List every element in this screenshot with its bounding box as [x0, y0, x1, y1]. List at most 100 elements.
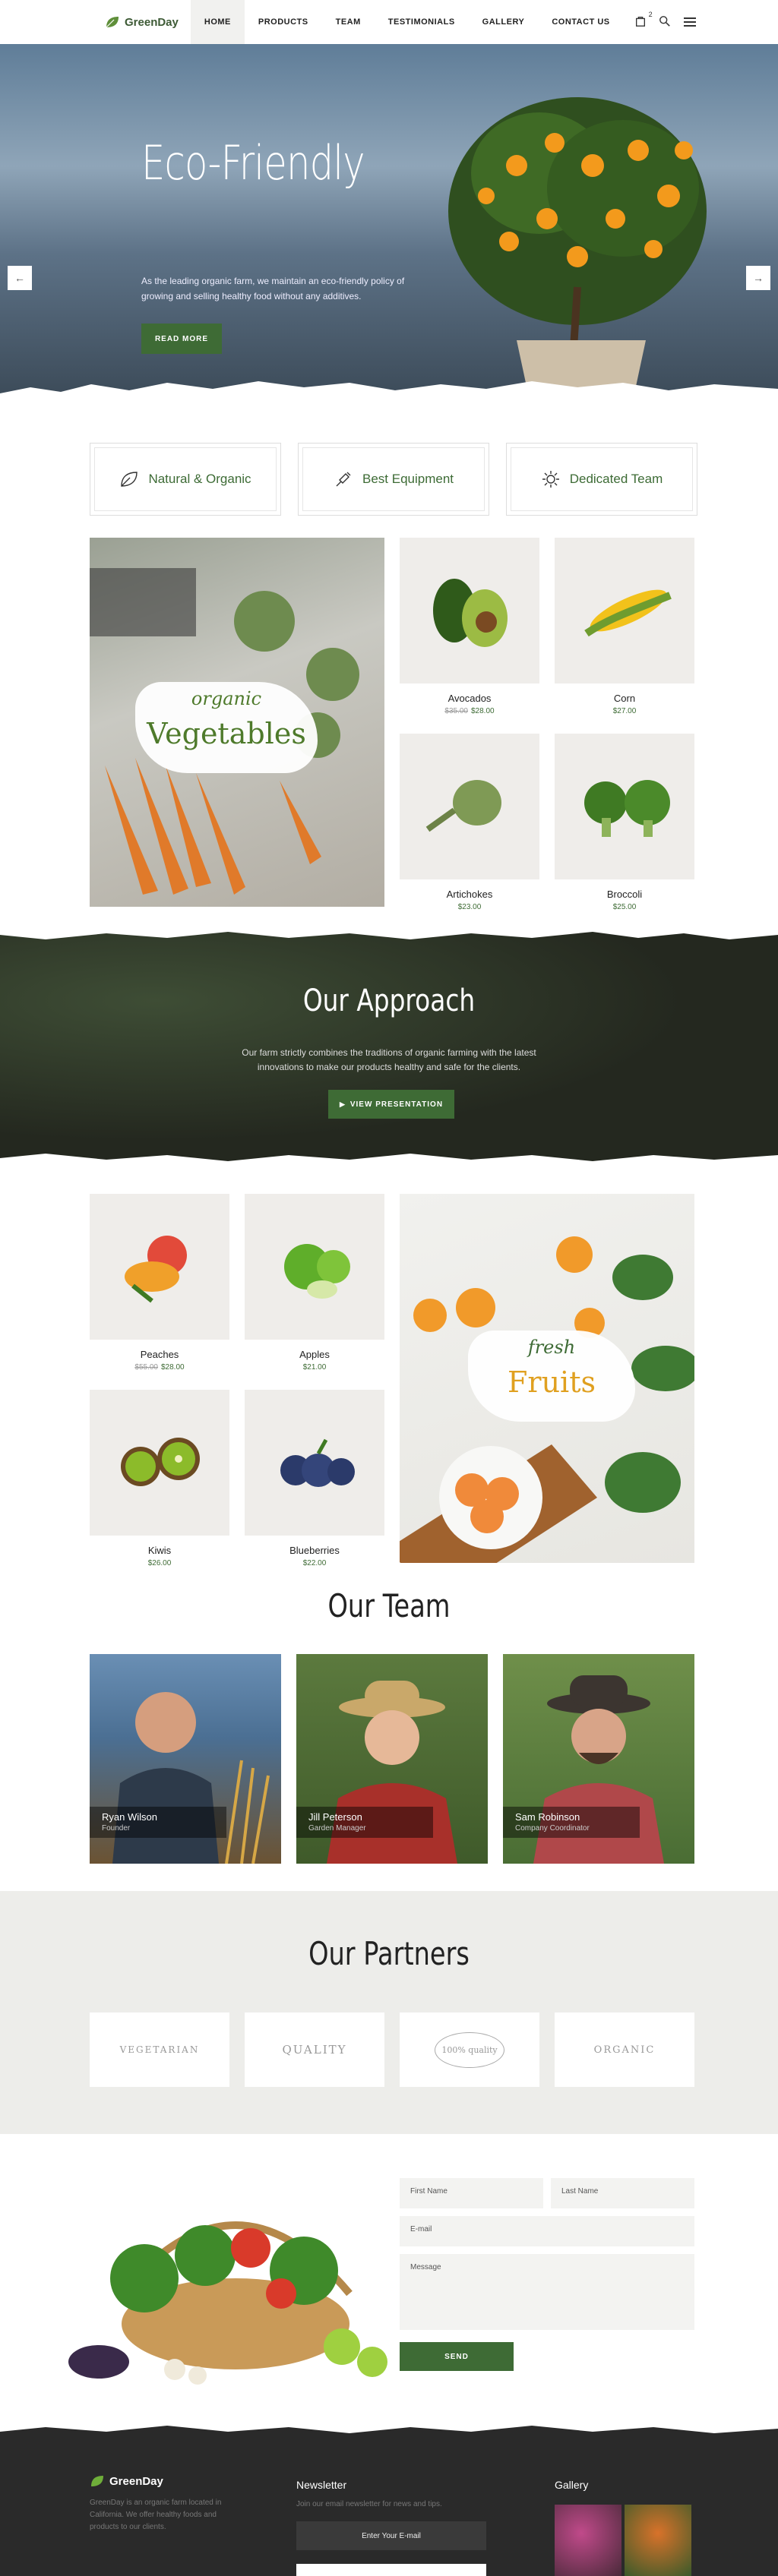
product-tile[interactable]: Broccoli $25.00: [555, 734, 694, 911]
logo[interactable]: GreenDay: [105, 15, 179, 29]
product-image: [400, 538, 539, 683]
member-caption: Ryan Wilson Founder: [90, 1807, 226, 1838]
nav-home[interactable]: HOME: [190, 0, 245, 44]
artichoke-icon: [425, 780, 501, 832]
nav-testimonials[interactable]: TESTIMONIALS: [375, 0, 469, 44]
partner-logo[interactable]: ORGANIC: [555, 2012, 694, 2087]
feature-natural-organic: Natural & Organic: [90, 443, 281, 516]
newsletter-submit-button[interactable]: [296, 2564, 486, 2576]
current-price: $28.00: [161, 1363, 185, 1372]
contact-form: First Name Last Name E-mail Message SEND: [400, 2178, 694, 2371]
partners-title: Our Partners: [308, 1935, 470, 1972]
team-member-card[interactable]: Ryan Wilson Founder: [90, 1654, 281, 1864]
product-name: Broccoli: [606, 889, 643, 900]
orange-tree-image: [448, 97, 707, 393]
member-role: Garden Manager: [308, 1824, 366, 1833]
blueberry-icon: [280, 1438, 355, 1487]
message-field[interactable]: Message: [400, 2254, 694, 2330]
avocado-icon: [433, 579, 508, 647]
team-row: Ryan Wilson Founder Jill Peterson Garden…: [90, 1654, 694, 1864]
nav-contact[interactable]: CONTACT US: [538, 0, 623, 44]
partner-logo-text: ORGANIC: [593, 2044, 656, 2056]
feature-label: Natural & Organic: [148, 472, 251, 486]
partner-logo-text: VEGETARIAN: [119, 2044, 200, 2055]
footer-about: GreenDay is an organic farm located in C…: [90, 2499, 222, 2531]
feature-label: Dedicated Team: [569, 472, 663, 486]
newsletter-text: Join our email newsletter for news and t…: [296, 2500, 442, 2508]
product-image: [555, 734, 694, 879]
leaf-logo-icon: [106, 17, 119, 28]
product-name: Peaches: [140, 1349, 179, 1360]
cart-icon[interactable]: 2: [634, 11, 653, 29]
product-tile[interactable]: Blueberries $22.00: [245, 1390, 384, 1567]
product-tile[interactable]: Corn $27.00: [555, 538, 694, 715]
old-price: $35.00: [444, 707, 468, 715]
team-member-card[interactable]: Jill Peterson Garden Manager: [296, 1654, 488, 1864]
peach-icon: [125, 1236, 187, 1303]
torn-edge-divider: [0, 2424, 778, 2433]
old-price: $55.00: [134, 1363, 158, 1372]
product-tile[interactable]: Artichokes $23.00: [400, 734, 539, 911]
product-tile[interactable]: Avocados $35.00 $28.00: [400, 538, 539, 715]
main-nav: HOME PRODUCTS TEAM TESTIMONIALS GALLERY …: [190, 0, 624, 44]
organic-vegetables-banner[interactable]: organic Vegetables: [90, 538, 384, 907]
product-tile[interactable]: Apples $21.00: [245, 1194, 384, 1372]
banner-script-big: Vegetables: [147, 717, 306, 750]
read-more-button[interactable]: READ MORE: [141, 324, 222, 354]
site-footer: GreenDay GreenDay is an organic farm loc…: [0, 2424, 778, 2576]
product-tile[interactable]: Kiwis $26.00: [90, 1390, 229, 1567]
product-price: $27.00: [612, 707, 637, 715]
features-row: Natural & Organic Best Equipment Dedicat…: [90, 443, 697, 516]
corn-icon: [584, 589, 672, 637]
member-role: Founder: [102, 1824, 131, 1833]
banner-script-small: organic: [191, 688, 262, 709]
product-image: [400, 734, 539, 879]
member-role: Company Coordinator: [515, 1824, 590, 1833]
feature-best-equipment: Best Equipment: [298, 443, 489, 516]
footer-logo[interactable]: GreenDay: [90, 2474, 163, 2488]
send-button[interactable]: SEND: [400, 2342, 514, 2371]
gallery-thumb[interactable]: [625, 2505, 691, 2576]
partner-logo[interactable]: QUALITY: [245, 2012, 384, 2087]
nav-products[interactable]: PRODUCTS: [245, 0, 322, 44]
approach-text: Our farm strictly combines the tradition…: [242, 1047, 536, 1072]
search-icon[interactable]: [659, 15, 672, 29]
partner-logo[interactable]: 100% quality: [400, 2012, 539, 2087]
first-name-field[interactable]: First Name: [400, 2178, 543, 2208]
newsletter-title: Newsletter: [296, 2479, 347, 2491]
partner-logos: VEGETARIAN QUALITY 100% quality ORGANIC: [90, 2012, 694, 2087]
team-title: Our Team: [327, 1587, 451, 1624]
fresh-fruits-banner[interactable]: fresh Fruits: [400, 1194, 694, 1563]
approach-section: Our Approach Our farm strictly combines …: [0, 930, 778, 1166]
slider-prev-arrow-icon[interactable]: ←: [8, 266, 32, 290]
shovel-icon: [336, 472, 351, 487]
apple-icon: [284, 1244, 350, 1299]
menu-icon[interactable]: [683, 15, 697, 29]
leaf-icon: [121, 472, 138, 487]
member-name: Jill Peterson: [308, 1811, 362, 1823]
header-icons: 2: [634, 11, 697, 29]
product-name: Avocados: [448, 693, 492, 704]
nav-team[interactable]: TEAM: [322, 0, 375, 44]
product-image: [90, 1194, 229, 1340]
member-caption: Sam Robinson Company Coordinator: [503, 1807, 640, 1838]
member-name: Sam Robinson: [515, 1811, 580, 1823]
page: { "brand": { "name": "GreenDay", "accent…: [0, 0, 778, 2576]
product-price: $22.00: [302, 1559, 327, 1567]
partner-logo[interactable]: VEGETARIAN: [90, 2012, 229, 2087]
footer-brand-name: GreenDay: [109, 2474, 163, 2488]
gallery-thumb[interactable]: [555, 2505, 621, 2576]
nav-gallery[interactable]: GALLERY: [469, 0, 539, 44]
team-member-card[interactable]: Sam Robinson Company Coordinator: [503, 1654, 694, 1864]
approach-title: Our Approach: [302, 983, 476, 1018]
slider-next-arrow-icon[interactable]: →: [746, 266, 770, 290]
newsletter-email-input[interactable]: Enter Your E-mail: [296, 2521, 486, 2550]
site-header: GreenDay HOME PRODUCTS TEAM TESTIMONIALS…: [0, 0, 778, 44]
view-presentation-button[interactable]: ▶ VIEW PRESENTATION: [328, 1090, 454, 1119]
email-field[interactable]: E-mail: [400, 2216, 694, 2246]
last-name-field[interactable]: Last Name: [551, 2178, 694, 2208]
product-price: $25.00: [612, 903, 637, 911]
banner-script-small: fresh: [527, 1337, 576, 1358]
product-tile[interactable]: Peaches $55.00 $28.00: [90, 1194, 229, 1372]
product-price: $26.00: [147, 1559, 172, 1567]
